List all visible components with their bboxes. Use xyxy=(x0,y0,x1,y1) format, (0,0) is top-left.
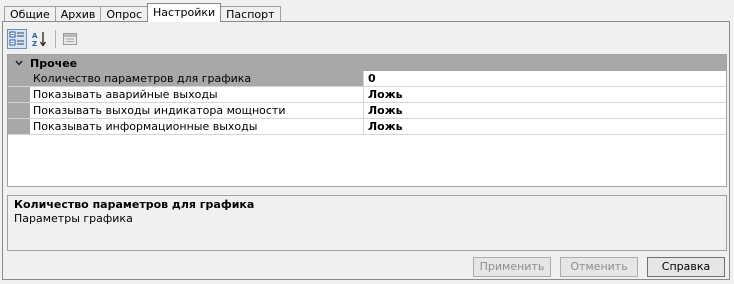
chevron-down-icon xyxy=(15,60,23,66)
collapse-toggle[interactable] xyxy=(8,55,30,71)
property-row[interactable]: Показывать аварийные выходы Ложь xyxy=(8,87,726,103)
categorized-button[interactable] xyxy=(7,29,27,49)
row-gutter xyxy=(8,71,30,86)
row-gutter xyxy=(8,119,30,134)
tab-strip: Общие Архив Опрос Настройки Паспорт xyxy=(4,3,281,22)
property-name[interactable]: Показывать информационные выходы xyxy=(30,119,364,134)
property-row[interactable]: Показывать выходы индикатора мощности Ло… xyxy=(8,103,726,119)
tab-settings[interactable]: Настройки xyxy=(147,3,222,22)
property-name[interactable]: Количество параметров для графика xyxy=(30,71,364,86)
settings-panel: A Z Прочее Количество параметров для гра… xyxy=(2,21,730,280)
property-row[interactable]: Количество параметров для графика 0 xyxy=(8,71,726,87)
property-value[interactable]: Ложь xyxy=(364,103,726,118)
sort-alphabetical-button[interactable]: A Z xyxy=(30,29,50,49)
description-pane: Количество параметров для графика Параме… xyxy=(7,195,727,251)
apply-button[interactable]: Применить xyxy=(473,257,551,277)
row-gutter xyxy=(8,87,30,102)
category-row[interactable]: Прочее xyxy=(8,55,726,71)
property-grid: Прочее Количество параметров для графика… xyxy=(7,54,727,187)
property-name[interactable]: Показывать выходы индикатора мощности xyxy=(30,103,364,118)
description-text: Параметры графика xyxy=(14,212,133,225)
tab-general[interactable]: Общие xyxy=(4,6,56,22)
tab-passport[interactable]: Паспорт xyxy=(220,6,281,22)
cancel-button[interactable]: Отменить xyxy=(560,257,638,277)
toolbar-separator xyxy=(55,30,56,48)
property-pages-icon xyxy=(63,33,77,45)
dialog-buttons: Применить Отменить Справка xyxy=(464,257,725,277)
property-value[interactable]: Ложь xyxy=(364,119,726,134)
description-title: Количество параметров для графика xyxy=(14,198,255,211)
row-gutter xyxy=(8,103,30,118)
svg-text:A: A xyxy=(32,32,38,40)
tab-polling[interactable]: Опрос xyxy=(100,6,149,22)
categorized-icon xyxy=(9,31,24,46)
property-pages-button[interactable] xyxy=(60,29,80,49)
property-row[interactable]: Показывать информационные выходы Ложь xyxy=(8,119,726,135)
property-grid-toolbar: A Z xyxy=(7,28,83,50)
sort-alphabetical-icon: A Z xyxy=(32,32,47,47)
tab-archive[interactable]: Архив xyxy=(54,6,102,22)
category-label: Прочее xyxy=(30,56,78,70)
svg-text:Z: Z xyxy=(32,40,37,47)
property-value[interactable]: 0 xyxy=(364,71,726,86)
help-button[interactable]: Справка xyxy=(647,257,725,277)
property-value[interactable]: Ложь xyxy=(364,87,726,102)
property-name[interactable]: Показывать аварийные выходы xyxy=(30,87,364,102)
